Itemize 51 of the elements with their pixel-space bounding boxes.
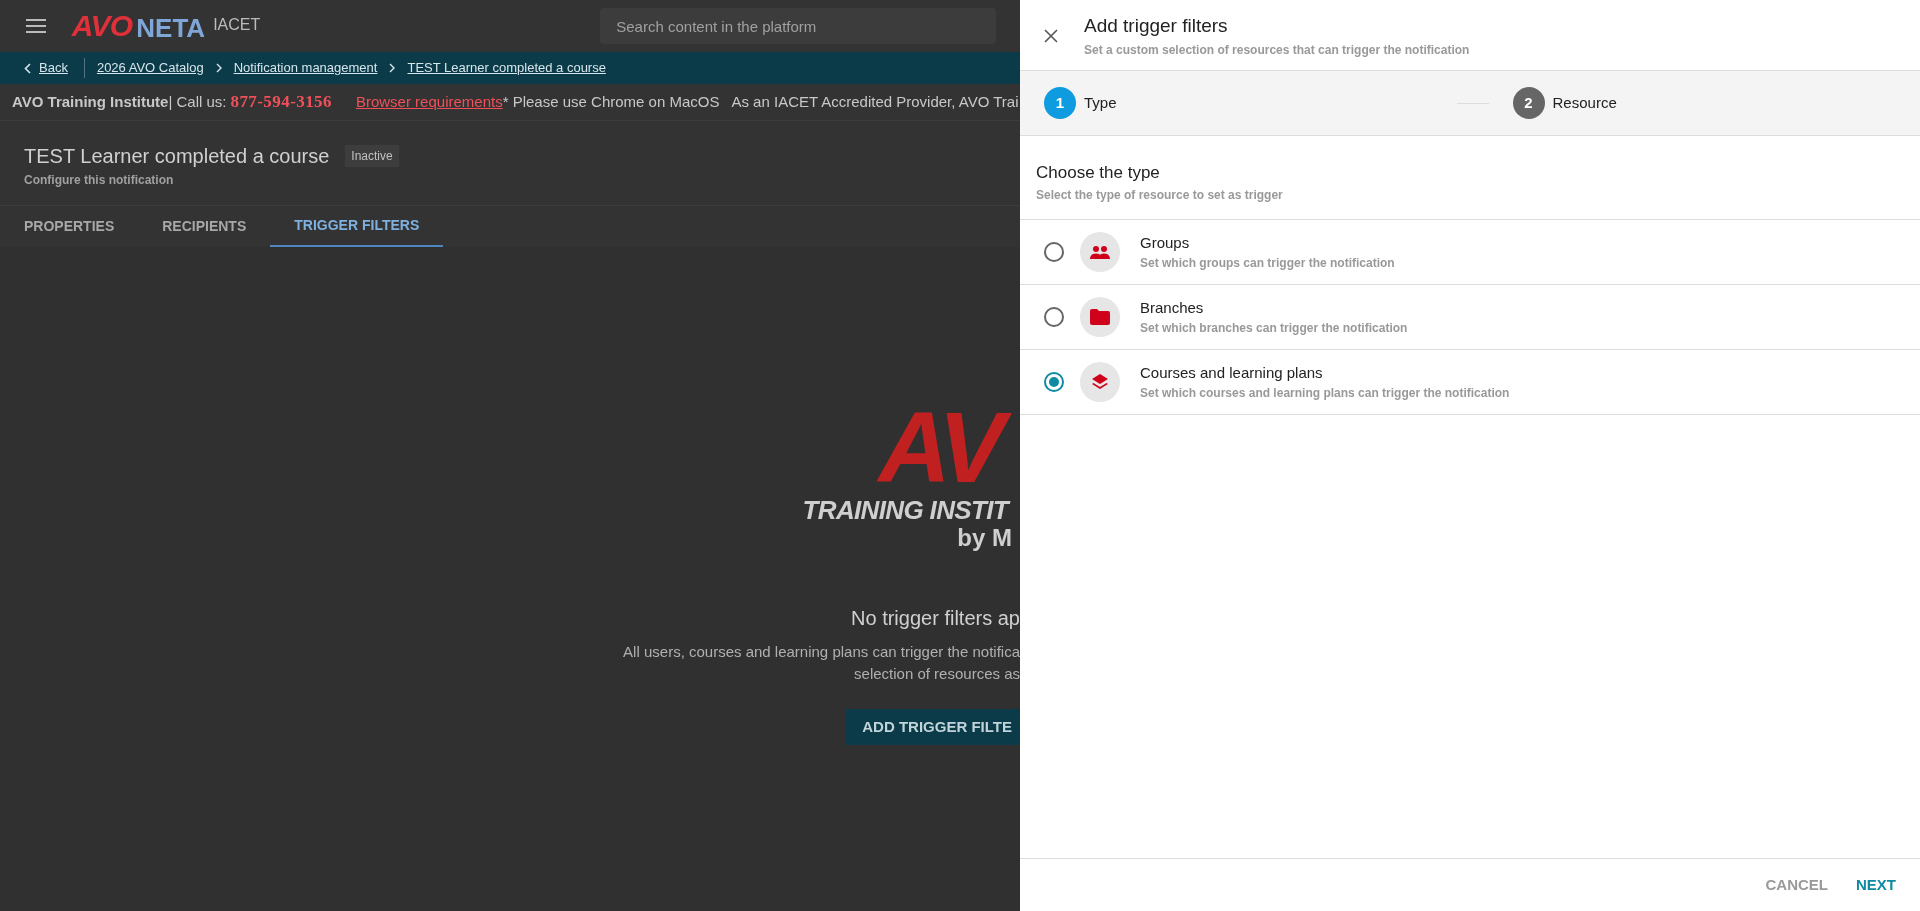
close-button[interactable] <box>1044 28 1060 44</box>
step-label: Resource <box>1552 92 1617 113</box>
breadcrumb-link[interactable]: 2026 AVO Catalog <box>96 58 204 78</box>
empty-state-description: All users, courses and learning plans can trigger the notifica selection of resources as <box>623 642 1020 684</box>
status-badge: Inactive <box>345 145 399 167</box>
option-title: Branches <box>1140 297 1205 318</box>
logo-text: NETA <box>136 15 206 41</box>
chevron-left-icon <box>24 62 31 74</box>
tab[interactable]: TRIGGER FILTERS <box>270 206 444 247</box>
breadcrumb-link[interactable]: Notification management <box>233 58 378 78</box>
people-icon <box>1080 232 1120 272</box>
type-option[interactable]: Courses and learning plans Set which courses and learning plans can trigger the notification <box>1020 350 1920 415</box>
panel-title: Add trigger filters <box>1084 14 1229 38</box>
search-field[interactable]: Search content in the platform <box>600 8 996 44</box>
phone-number: 877-594-3156 <box>230 91 332 114</box>
radio-button[interactable] <box>1044 242 1064 262</box>
back-link[interactable]: Back <box>39 58 68 78</box>
option-title: Courses and learning plans <box>1140 362 1324 383</box>
option-description: Set which courses and learning plans can trigger the notification <box>1140 385 1510 403</box>
tab[interactable]: PROPERTIES <box>24 206 115 247</box>
folder-icon <box>1080 297 1120 337</box>
option-title: Groups <box>1140 232 1191 253</box>
step-number: 1 <box>1044 87 1076 119</box>
logo-drawing: AV TRAINING INSTIT by M <box>802 397 1013 553</box>
call-label: | Call us: <box>168 91 227 112</box>
option-description: Set which groups can trigger the notification <box>1140 255 1395 273</box>
layers-icon <box>1080 362 1120 402</box>
step-label: Type <box>1084 92 1117 113</box>
logo-caption: IACET <box>213 17 261 33</box>
option-description: Set which branches can trigger the notification <box>1140 320 1408 338</box>
chevron-right-icon <box>215 63 222 73</box>
panel-subtitle: Set a custom selection of resources that can trigger the notification <box>1084 41 1470 59</box>
radio-button[interactable] <box>1044 307 1064 327</box>
browser-requirements-link[interactable]: Browser requirements <box>355 90 503 114</box>
type-option[interactable]: Groups Set which groups can trigger the notification <box>1020 220 1920 285</box>
accreditation-text: As an IACET Accredited Provider, AVO Trai <box>731 91 1019 112</box>
section-subtitle: Select the type of resource to set as trigger <box>1036 186 1284 204</box>
add-trigger-filter-button[interactable]: ADD TRIGGER FILTE <box>846 709 1020 745</box>
browser-note: * Please use Chrome on MacOS <box>502 91 720 112</box>
logo-text: AVO <box>71 11 133 41</box>
empty-state-heading: No trigger filters ap <box>851 606 1020 631</box>
page-subtitle: Configure this notification <box>24 172 174 189</box>
breadcrumb-link[interactable]: TEST Learner completed a course <box>407 58 606 78</box>
next-button[interactable]: NEXT <box>1856 873 1896 897</box>
page-title: TEST Learner completed a course <box>24 144 330 169</box>
type-option[interactable]: Branches Set which branches can trigger the notification <box>1020 285 1920 350</box>
radio-button[interactable] <box>1044 372 1064 392</box>
step-number: 2 <box>1512 87 1545 119</box>
tab[interactable]: RECIPIENTS <box>162 206 247 247</box>
chevron-right-icon <box>389 63 396 73</box>
section-title: Choose the type <box>1036 162 1161 184</box>
